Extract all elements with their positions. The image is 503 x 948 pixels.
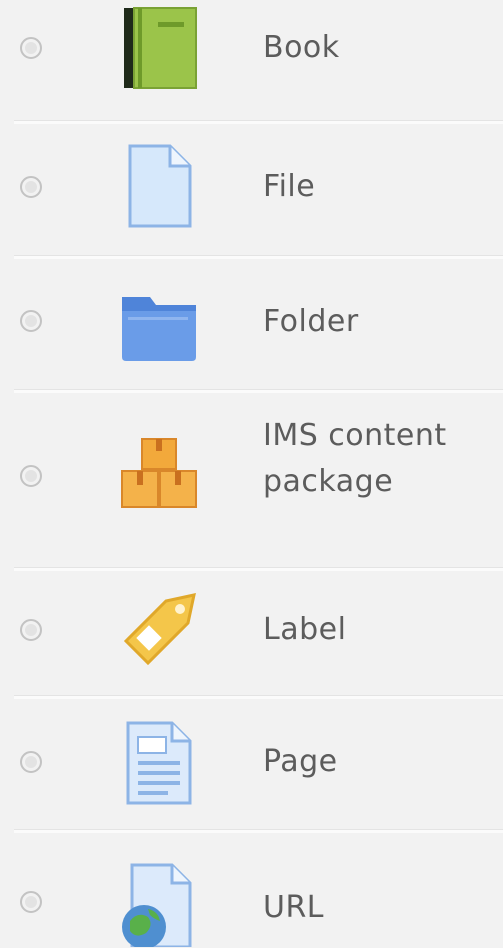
ims-package-icon	[118, 433, 200, 517]
activity-label: IMS content package	[263, 418, 447, 499]
radio-button[interactable]	[20, 619, 42, 641]
activity-label: URL	[263, 890, 325, 925]
activity-option-folder[interactable]: Folder	[0, 259, 503, 389]
activity-label: Page	[263, 744, 338, 779]
activity-option-url[interactable]: URL	[0, 833, 503, 948]
activity-label: Folder	[263, 304, 359, 339]
activity-option-ims-content-package[interactable]: IMS content package	[0, 393, 503, 567]
book-icon	[118, 6, 200, 90]
folder-icon	[118, 281, 200, 365]
activity-option-label[interactable]: Label	[0, 571, 503, 695]
activity-option-file[interactable]: File	[0, 124, 503, 255]
activity-option-page[interactable]: Page	[0, 699, 503, 829]
activity-chooser-list: Book File Folder IMS content package Lab…	[0, 0, 503, 948]
activity-label: Label	[263, 612, 347, 647]
radio-button[interactable]	[20, 465, 42, 487]
page-icon	[118, 721, 200, 805]
activity-label: Book	[263, 30, 340, 65]
radio-button[interactable]	[20, 751, 42, 773]
activity-label: File	[263, 169, 316, 204]
activity-option-book[interactable]: Book	[0, 0, 503, 120]
radio-button[interactable]	[20, 891, 42, 913]
radio-button[interactable]	[20, 310, 42, 332]
radio-button[interactable]	[20, 37, 42, 59]
file-icon	[118, 144, 200, 228]
url-globe-icon	[118, 863, 200, 947]
label-tag-icon	[118, 589, 200, 673]
radio-button[interactable]	[20, 176, 42, 198]
